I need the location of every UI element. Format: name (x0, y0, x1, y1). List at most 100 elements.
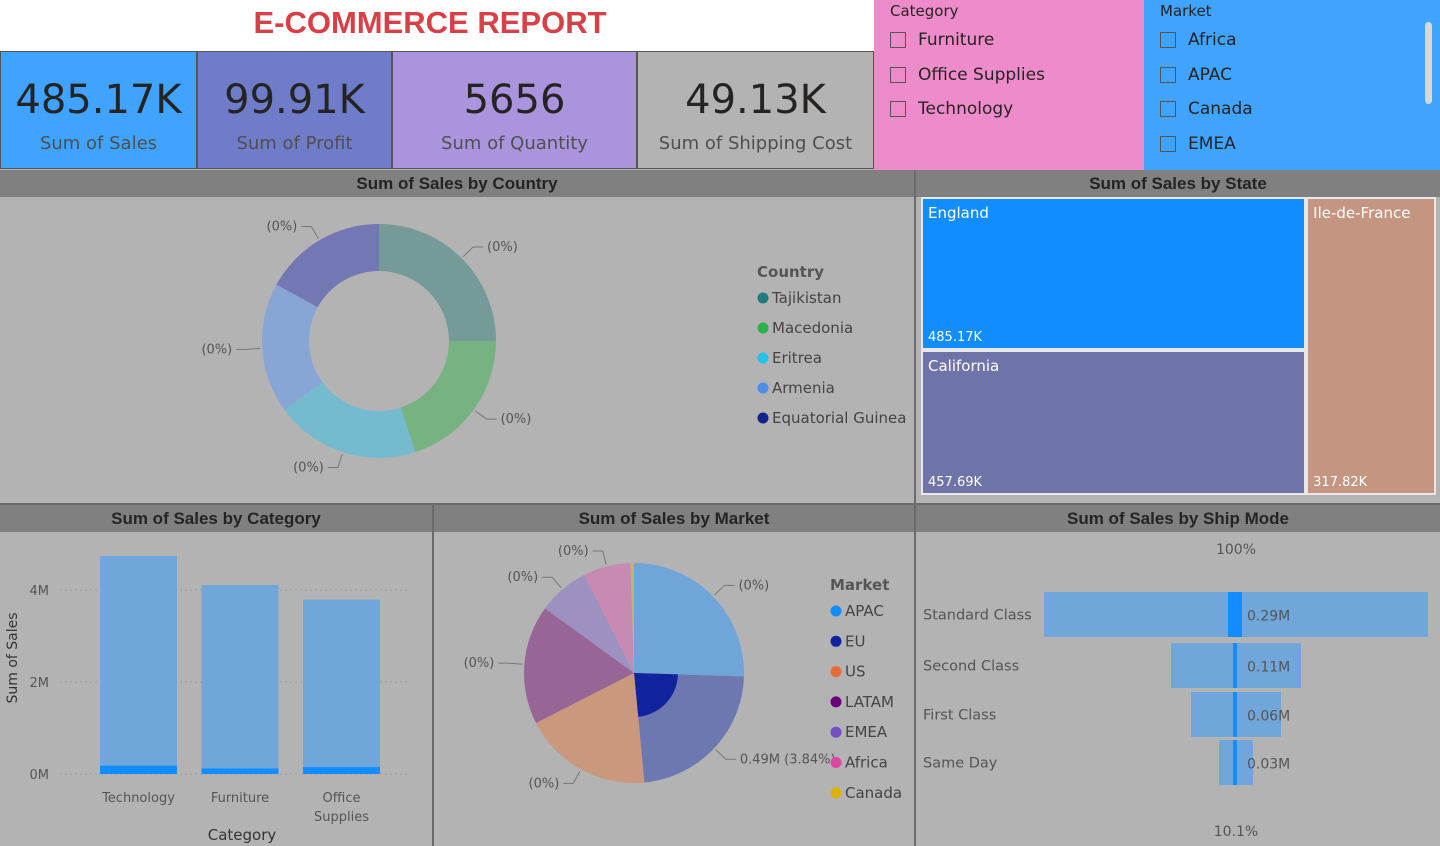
legend-marker (830, 605, 842, 617)
market-pie-chart[interactable]: (0%) 0.49M (3.84%) (0%) (0%) (0%) (0%) Market A… (434, 532, 914, 846)
pie-data-label: (0%) (738, 578, 769, 593)
pie-leader-line (301, 226, 319, 239)
kpi-quantity-value: 5656 (463, 77, 566, 123)
checkbox[interactable] (890, 32, 906, 48)
bar[interactable] (201, 584, 279, 774)
category-option-office-supplies[interactable]: Office Supplies (890, 64, 1045, 86)
market-option-canada[interactable]: Canada (1160, 98, 1253, 120)
pie-data-label: (0%) (201, 342, 232, 357)
x-tick-label: Technology (101, 791, 175, 806)
funnel-bottom-label: 10.1% (1214, 824, 1258, 840)
legend-marker (830, 635, 842, 647)
treemap-cell-name: England (928, 204, 989, 222)
kpi-card-quantity[interactable]: 5656 Sum of Quantity (392, 51, 637, 169)
legend-item[interactable]: Eritrea (772, 349, 822, 367)
pie-leader-line (542, 576, 562, 589)
category-option-furniture[interactable]: Furniture (890, 29, 994, 51)
treemap-cell[interactable]: Ile-de-France 317.82K (1306, 197, 1436, 495)
funnel-category-label: First Class (923, 708, 996, 724)
kpi-sales-value: 485.17K (15, 77, 182, 123)
legend-item[interactable]: Macedonia (772, 319, 853, 337)
market-option-emea[interactable]: EMEA (1160, 133, 1236, 155)
x-tick-label: Furniture (211, 791, 269, 806)
state-treemap[interactable]: England 485.17K California 457.69K Ile-de-Fr… (921, 197, 1436, 495)
shipmode-panel-title: Sum of Sales by Ship Mode (916, 505, 1440, 532)
category-slicer-title: Category (890, 2, 959, 20)
legend-item[interactable]: Equatorial Guinea (772, 409, 906, 427)
pie-data-label: (0%) (267, 220, 298, 235)
kpi-shipping-label: Sum of Shipping Cost (658, 133, 853, 154)
bar[interactable] (303, 599, 380, 774)
legend-item[interactable]: Canada (845, 784, 902, 802)
checkbox[interactable] (1160, 136, 1176, 152)
legend-item[interactable]: US (845, 663, 866, 681)
pie-leader-line (474, 410, 497, 420)
pie-data-label: (0%) (464, 656, 495, 671)
treemap-cell-name: California (928, 357, 1000, 376)
legend-item[interactable]: EU (845, 632, 865, 650)
category-slicer: Category Furniture Office Supplies Techn… (874, 0, 1144, 170)
legend-marker (830, 757, 842, 768)
legend-marker (830, 696, 842, 708)
legend-item[interactable]: Africa (845, 754, 888, 772)
country-donut-chart[interactable]: (0%) (0%) (0%) (0%) (0%) Country Tajikistan Mac… (0, 197, 914, 503)
legend-item[interactable]: EMEA (845, 723, 888, 741)
market-option-apac[interactable]: APAC (1160, 64, 1232, 86)
legend-marker (757, 412, 769, 424)
kpi-card-shipping-cost[interactable]: 49.13K Sum of Shipping Cost (637, 51, 874, 169)
kpi-sales-label: Sum of Sales (39, 133, 158, 154)
legend-title: Country (757, 263, 824, 281)
treemap-cell[interactable]: England 485.17K (921, 197, 1307, 351)
report-title-area: E-COMMERCE REPORT (0, 0, 874, 51)
checkbox[interactable] (890, 67, 906, 83)
legend-item[interactable]: Armenia (772, 379, 835, 397)
legend-item[interactable]: Tajikistan (771, 289, 841, 307)
funnel-category-label: Same Day (923, 756, 998, 772)
y-tick-label: 0M (30, 768, 50, 783)
pie-leader-line (236, 347, 261, 350)
legend-marker (830, 726, 842, 738)
bar-highlight (303, 767, 380, 774)
pie-data-label: 0.49M (3.84%) (740, 752, 836, 767)
pie-data-label: (0%) (558, 544, 589, 559)
pie-leader-line (498, 662, 523, 665)
pie-data-label: (0%) (529, 776, 560, 791)
legend-item[interactable]: LATAM (845, 693, 894, 711)
category-option-technology[interactable]: Technology (890, 98, 1013, 120)
kpi-quantity-label: Sum of Quantity (441, 133, 588, 154)
funnel-category-label: Standard Class (923, 608, 1032, 624)
pie-leader-line (563, 770, 581, 784)
legend-marker (757, 322, 769, 334)
market-slicer-scrollbar[interactable] (1425, 22, 1432, 104)
legend-marker (830, 666, 842, 678)
x-tick-label: Supplies (314, 810, 369, 825)
category-bar-chart[interactable]: 0M 2M 4M Technology Furniture Office Supplies C… (0, 532, 430, 846)
kpi-card-sales[interactable]: 485.17K Sum of Sales (0, 51, 197, 169)
pie-leader-line (327, 454, 343, 468)
kpi-card-profit[interactable]: 99.91K Sum of Profit (197, 51, 392, 169)
funnel-value-label: 0.29M (1247, 609, 1290, 625)
funnel-bar-highlight (1233, 740, 1237, 785)
pie-slice[interactable] (634, 563, 744, 677)
market-slicer: Market Africa APAC Canada EMEA (1144, 0, 1440, 170)
country-panel: Sum of Sales by Country (0%) (0%) (0%) (0%)… (0, 170, 914, 503)
kpi-profit-value: 99.91K (224, 77, 365, 123)
checkbox[interactable] (1160, 67, 1176, 83)
shipmode-funnel-chart[interactable]: 100% Standard Class 0.29M Second Class 0.11M… (916, 532, 1440, 846)
pie-slice[interactable] (379, 224, 496, 341)
checkbox[interactable] (890, 101, 906, 117)
bar-highlight (201, 768, 279, 774)
legend-marker (757, 292, 769, 304)
state-panel-title: Sum of Sales by State (916, 170, 1440, 197)
checkbox[interactable] (1160, 101, 1176, 117)
checkbox[interactable] (1160, 32, 1176, 48)
treemap-cell[interactable]: California 457.69K (921, 350, 1307, 495)
kpi-profit-label: Sum of Profit (236, 133, 353, 154)
market-slicer-title: Market (1160, 2, 1212, 20)
funnel-value-label: 0.06M (1247, 709, 1290, 725)
market-option-africa[interactable]: Africa (1160, 29, 1237, 51)
y-tick-label: 4M (30, 584, 50, 599)
pie-slice[interactable] (400, 341, 496, 453)
bar[interactable] (100, 555, 177, 774)
legend-item[interactable]: APAC (845, 602, 884, 620)
